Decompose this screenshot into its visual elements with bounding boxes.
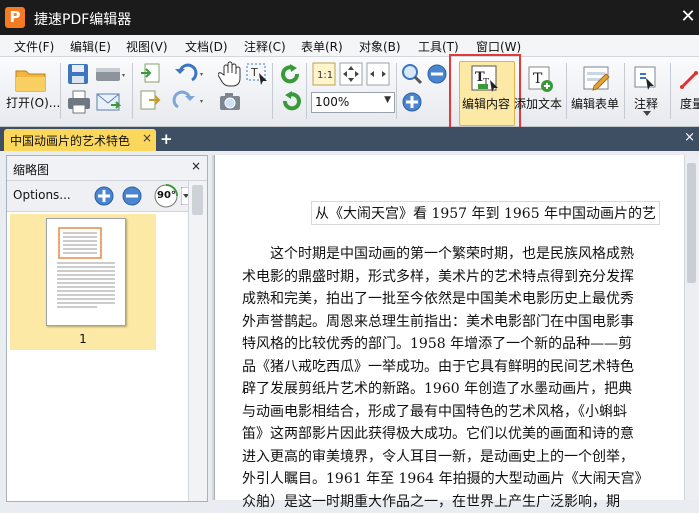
snapshot-icon[interactable] — [218, 91, 242, 113]
edit-form-icon[interactable] — [582, 64, 612, 94]
panel-scrollbar[interactable] — [188, 181, 207, 501]
measure-label[interactable]: 度量 — [680, 95, 699, 112]
app-title: 捷速PDF编辑器 — [34, 9, 131, 29]
fit-page-icon[interactable] — [339, 62, 363, 86]
print-icon[interactable] — [66, 89, 92, 115]
thumbnail-page-number: 1 — [10, 332, 156, 346]
open-folder-icon[interactable] — [14, 65, 48, 93]
thumbnail-panel: 缩略图 × Options... 90° — [6, 155, 208, 502]
fit-width-icon[interactable] — [366, 62, 390, 86]
scanner-icon[interactable] — [93, 62, 127, 86]
menu-document[interactable]: 文档(D) — [185, 38, 228, 55]
toolbar-separator — [132, 63, 133, 119]
rotate-clockwise-icon[interactable] — [279, 62, 303, 86]
reduce-thumbnail-icon[interactable] — [121, 185, 143, 207]
menu-object[interactable]: 对象(B) — [359, 38, 401, 55]
select-text-icon[interactable]: T — [245, 61, 269, 87]
toolbar-separator — [670, 63, 671, 119]
undo-icon[interactable] — [172, 62, 206, 86]
chevron-down-icon: ▼ — [384, 95, 391, 105]
options-dropdown[interactable]: Options... — [13, 188, 71, 202]
document-tab-bar: 中国动画片的艺术特色 × + × — [0, 127, 699, 151]
edit-form-label[interactable]: 编辑表单 — [571, 95, 619, 112]
text-line: 笛》这两部影片因此获得极大成功。它们以优美的画面和诗的意 — [242, 423, 699, 446]
zoom-value: 100% — [315, 95, 349, 109]
app-logo-icon: P — [5, 7, 25, 28]
page-thumbnail[interactable] — [46, 218, 126, 326]
actual-size-icon[interactable]: 1:1 — [312, 62, 336, 86]
text-line: 成熟和完美，拍出了一批至今依然是中国美术电影历史上最优秀 — [242, 288, 699, 311]
toolbar-separator — [396, 63, 397, 119]
toolbar-separator — [60, 63, 61, 119]
extract-page-icon[interactable] — [139, 89, 161, 113]
insert-page-icon[interactable] — [139, 62, 161, 86]
text-line: 品《猪八戒吃西瓜》一举成功。由于它具有鲜明的民间艺术特色 — [242, 356, 699, 379]
menu-file[interactable]: 文件(F) — [14, 38, 54, 55]
panel-scrollbar-thumb[interactable] — [192, 185, 203, 215]
menu-view[interactable]: 视图(V) — [126, 38, 168, 55]
zoom-in-icon[interactable] — [401, 91, 423, 113]
toolbar-separator — [272, 63, 273, 119]
redo-icon[interactable] — [172, 89, 206, 113]
panel-toolbar: Options... 90° — [7, 181, 207, 212]
panel-title: 缩略图 — [13, 161, 49, 178]
panel-header: 缩略图 × — [7, 156, 207, 181]
measure-icon[interactable] — [678, 66, 699, 92]
thumbnail-list: 1 — [7, 212, 187, 501]
window-close-button[interactable]: ✕ — [677, 6, 699, 28]
menu-tools[interactable]: 工具(T) — [418, 38, 459, 55]
zoom-select[interactable]: 100% ▼ — [311, 92, 395, 113]
rotate-counterclockwise-icon[interactable] — [279, 89, 303, 113]
enlarge-thumbnail-icon[interactable] — [93, 185, 115, 207]
text-line: 术电影的鼎盛时期，形式多样，美术片的艺术特点得到充分发挥 — [242, 266, 699, 289]
annotate-icon[interactable] — [632, 64, 660, 94]
text-line: 众舶）是这一时期重大作品之一，在世界上产生广泛影响，期 — [242, 491, 699, 513]
add-text-icon[interactable]: T — [526, 64, 554, 94]
add-text-label[interactable]: 添加文本 — [514, 95, 562, 112]
text-line: 这个时期是中国动画的第一个繁荣时期，也是民族风格成熟 — [242, 243, 699, 266]
text-line: 特风格的比较优秀的部门。1958 年增添了一个新的品种——剪 — [242, 333, 699, 356]
save-icon[interactable] — [66, 62, 90, 86]
menu-window[interactable]: 窗口(W) — [476, 38, 521, 55]
menu-edit[interactable]: 编辑(E) — [70, 38, 111, 55]
document-scrollbar[interactable] — [684, 155, 699, 500]
svg-text:T: T — [250, 66, 258, 79]
text-line: 进入更高的审美境界，令人耳目一新，是动画史上的一个创举， — [242, 446, 699, 469]
hand-tool-icon[interactable] — [218, 61, 242, 87]
text-line: 外引人瞩目。1961 年至 1964 年拍摄的大型动画片《大闹天宫》 — [242, 468, 699, 491]
svg-text:1:1: 1:1 — [317, 70, 333, 81]
zoom-tool-icon[interactable] — [401, 63, 423, 85]
open-button-label[interactable]: 打开(O)... — [6, 94, 60, 111]
new-tab-icon[interactable]: + — [160, 130, 173, 148]
toolbar-separator — [624, 63, 625, 119]
document-tab-label: 中国动画片的艺术特色 — [10, 132, 130, 149]
toolbar-separator — [566, 63, 567, 119]
email-icon[interactable] — [95, 89, 121, 115]
rotate-page-label: 90° — [157, 190, 176, 201]
annotate-dropdown-icon[interactable] — [642, 110, 652, 118]
title-bar: P 捷速PDF编辑器 ✕ — [0, 0, 699, 35]
panel-close-icon[interactable]: × — [191, 159, 201, 173]
menu-comment[interactable]: 注释(C) — [244, 38, 286, 55]
document-scrollbar-thumb[interactable] — [687, 163, 696, 283]
text-line: 与动画电影相结合，形成了最有中国特色的艺术风格，《小蝌蚪 — [242, 401, 699, 424]
document-view: 从《大闹天宫》看 1957 年到 1965 年中国动画片的艺 这个时期是中国动画… — [212, 155, 699, 500]
menu-form[interactable]: 表单(R) — [301, 38, 343, 55]
tab-close-icon[interactable]: × — [142, 131, 152, 145]
menu-bar: 文件(F) 编辑(E) 视图(V) 文档(D) 注释(C) 表单(R) 对象(B… — [0, 35, 699, 57]
text-line: 辟了发展剪纸片艺术的新路。1960 年创造了水墨动画片，把典 — [242, 378, 699, 401]
highlight-annotation-box — [449, 54, 521, 130]
document-page[interactable]: 从《大闹天宫》看 1957 年到 1965 年中国动画片的艺 这个时期是中国动画… — [214, 155, 699, 500]
thumbnail-item[interactable]: 1 — [10, 214, 156, 350]
document-body[interactable]: 这个时期是中国动画的第一个繁荣时期，也是民族风格成熟 术电影的鼎盛时期，形式多样… — [242, 243, 699, 513]
text-line: 外声誉鹊起。周恩来总理生前指出：美术电影部门在中国电影事 — [242, 311, 699, 334]
document-tab[interactable]: 中国动画片的艺术特色 × — [4, 129, 156, 151]
close-all-tabs-icon[interactable]: × — [684, 130, 695, 145]
toolbar-separator — [306, 63, 307, 119]
document-title[interactable]: 从《大闹天宫》看 1957 年到 1965 年中国动画片的艺 — [311, 201, 660, 225]
zoom-out-icon[interactable] — [426, 63, 448, 85]
